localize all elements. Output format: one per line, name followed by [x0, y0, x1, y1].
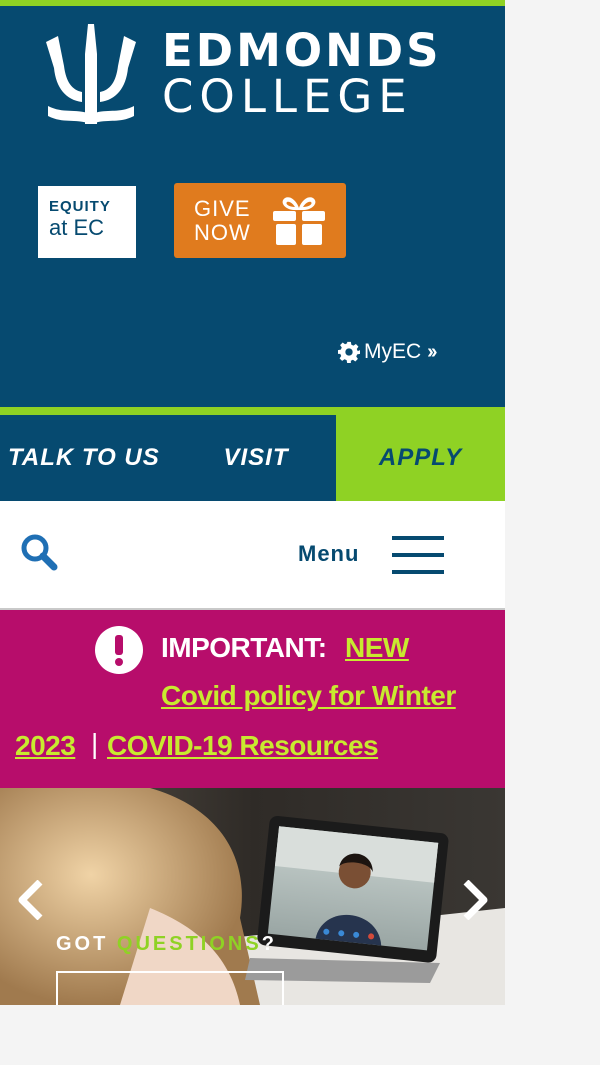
logo-line-college: COLLEGE [162, 70, 413, 123]
header-accent-line [0, 0, 505, 6]
covid-policy-link-new[interactable]: NEW [345, 632, 409, 664]
chevron-left-icon[interactable] [14, 880, 48, 920]
talk-to-us-link[interactable]: TALK TO US [0, 415, 176, 501]
myec-link[interactable]: MyEC ›› [338, 340, 438, 364]
alert-separator: | [91, 728, 99, 759]
visit-link[interactable]: VISIT [176, 415, 336, 501]
double-chevron-right-icon: ›› [427, 340, 437, 363]
myec-label: MyEC [364, 340, 422, 363]
hero-caption-start: GOT [56, 933, 117, 955]
covid-policy-link-year[interactable]: 2023 [15, 730, 76, 762]
page: EDMONDS COLLEGE EQUITY at EC GIVE NOW My… [0, 0, 505, 1005]
logo-line-edmonds: EDMONDS [162, 24, 442, 77]
equity-at-ec-button[interactable]: EQUITY at EC [38, 186, 136, 258]
hero-cta-button[interactable] [56, 971, 284, 1005]
give-now-label: GIVE NOW [194, 195, 251, 245]
apply-link[interactable]: APPLY [336, 415, 505, 501]
covid-resources-link[interactable]: COVID-19 Resources [107, 730, 379, 762]
college-logo[interactable]: EDMONDS COLLEGE [44, 24, 442, 124]
covid-alert-banner: IMPORTANT: NEW Covid policy for Winter 2… [0, 610, 505, 788]
gear-icon [338, 341, 360, 363]
now-label: NOW [194, 219, 251, 245]
alert-label: IMPORTANT: [161, 632, 327, 663]
hamburger-icon[interactable] [392, 536, 444, 574]
give-label: GIVE [194, 195, 251, 221]
hero-carousel: GOT QUESTIONS? [0, 788, 505, 1005]
equity-label: EQUITY [49, 198, 111, 215]
chevron-right-icon[interactable] [458, 880, 492, 920]
gift-icon [272, 196, 325, 245]
trident-icon [46, 24, 136, 124]
hero-caption-accent: QUESTIONS [116, 933, 262, 955]
site-header: EDMONDS COLLEGE EQUITY at EC GIVE NOW My… [0, 0, 505, 407]
give-now-button[interactable]: GIVE NOW [174, 183, 346, 258]
nav-bar: Menu [0, 501, 505, 610]
menu-label[interactable]: Menu [298, 541, 359, 567]
covid-policy-link[interactable]: Covid policy for Winter [161, 680, 456, 712]
hero-caption-end: ? [261, 933, 277, 955]
hero-caption: GOT QUESTIONS? [56, 933, 277, 956]
logo-wordmark: EDMONDS COLLEGE [162, 28, 442, 120]
exclamation-icon [95, 626, 143, 674]
cta-bar: TALK TO US VISIT APPLY [0, 415, 505, 501]
header-divider [0, 407, 505, 415]
equity-sublabel: at EC [49, 215, 105, 240]
search-icon[interactable] [20, 533, 58, 571]
